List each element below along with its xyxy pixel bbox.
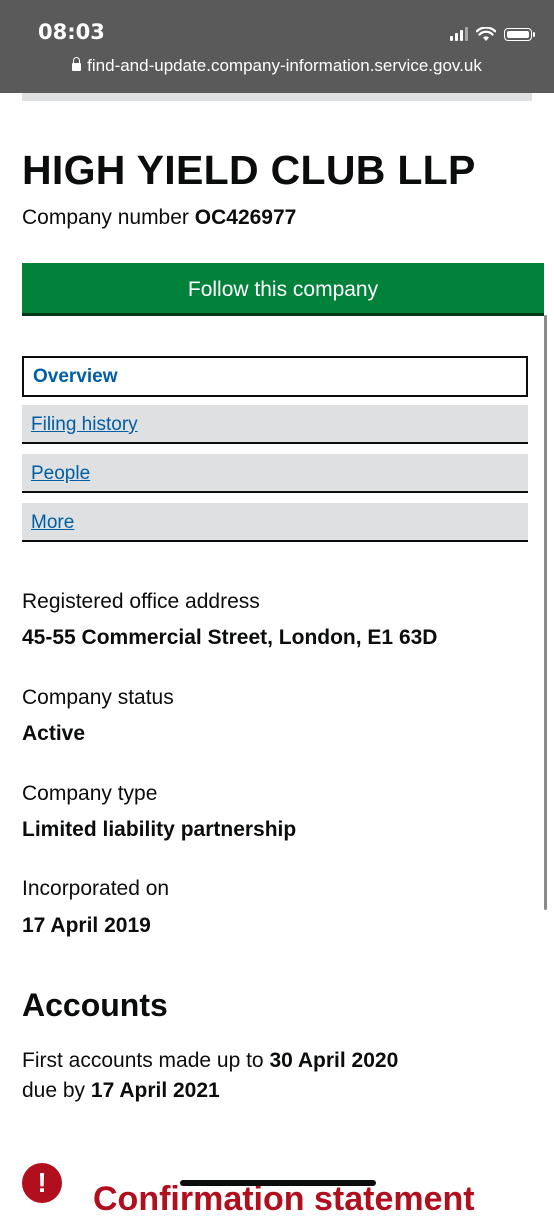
accounts-first-line: First accounts made up to 30 April 2020 xyxy=(22,1049,398,1073)
tab-people[interactable]: People xyxy=(22,454,528,493)
company-status-label: Company status xyxy=(22,686,174,709)
tab-more[interactable]: More xyxy=(22,503,528,542)
browser-top-bar: 08:03 find-and-update.company-informatio… xyxy=(0,0,554,93)
registered-address-value: 45-55 Commercial Street, London, E1 63D xyxy=(22,626,438,649)
company-type-label: Company type xyxy=(22,782,158,805)
follow-company-button[interactable]: Follow this company xyxy=(22,263,544,316)
accounts-heading: Accounts xyxy=(22,987,168,1023)
registered-address-label: Registered office address xyxy=(22,590,260,613)
home-indicator[interactable] xyxy=(180,1180,376,1186)
accounts-made-up-date: 30 April 2020 xyxy=(269,1049,399,1072)
incorporated-value: 17 April 2019 xyxy=(22,914,151,937)
accounts-made-up-label: First accounts made up to xyxy=(22,1049,264,1072)
status-time: 08:03 xyxy=(38,20,105,44)
warning-icon: ! xyxy=(22,1163,62,1203)
status-icons xyxy=(450,24,535,44)
accounts-due-date: 17 April 2021 xyxy=(90,1079,220,1102)
address-bar[interactable]: find-and-update.company-information.serv… xyxy=(0,56,554,76)
company-number-label: Company number xyxy=(22,206,189,229)
incorporated-label: Incorporated on xyxy=(22,877,170,900)
url-text: find-and-update.company-information.serv… xyxy=(87,56,482,75)
company-type-value: Limited liability partnership xyxy=(22,818,297,841)
lock-icon xyxy=(72,57,82,71)
company-status-value: Active xyxy=(22,722,86,745)
accounts-due-label: due by xyxy=(22,1079,86,1102)
header-strip xyxy=(22,93,532,101)
company-name: HIGH YIELD CLUB LLP xyxy=(22,147,476,193)
wifi-icon xyxy=(476,26,496,41)
company-number: Company number OC426977 xyxy=(22,206,296,230)
page-scrollbar[interactable] xyxy=(544,315,547,910)
tab-filing-history[interactable]: Filing history xyxy=(22,405,528,444)
accounts-due-line: due by 17 April 2021 xyxy=(22,1079,220,1103)
company-number-value: OC426977 xyxy=(194,206,297,229)
battery-icon xyxy=(504,27,535,41)
tab-overview[interactable]: Overview xyxy=(22,356,528,397)
signal-icon xyxy=(450,27,468,41)
